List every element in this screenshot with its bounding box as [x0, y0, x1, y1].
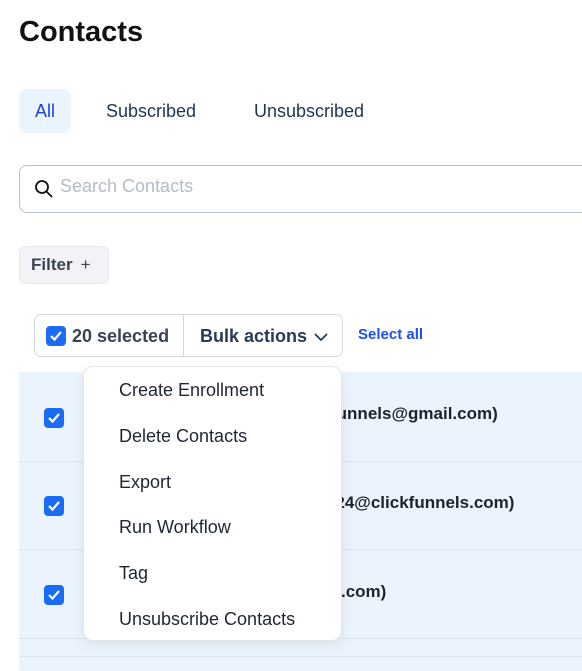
- search-box[interactable]: [19, 165, 582, 213]
- divider: [183, 315, 184, 356]
- tab-unsubscribed[interactable]: Unsubscribed: [238, 89, 380, 133]
- menu-item-export[interactable]: Export: [119, 472, 171, 493]
- filter-button[interactable]: Filter +: [19, 246, 109, 284]
- contact-email: .com): [341, 582, 387, 601]
- menu-item-delete-contacts[interactable]: Delete Contacts: [119, 426, 247, 447]
- menu-item-run-workflow[interactable]: Run Workflow: [119, 517, 231, 538]
- check-icon: [48, 501, 60, 512]
- contact-email: funnels@gmail.com): [331, 404, 498, 423]
- tab-subscribed[interactable]: Subscribed: [90, 89, 212, 133]
- bulk-actions-button[interactable]: Bulk actions: [200, 326, 329, 347]
- filter-label: Filter: [31, 255, 73, 274]
- chevron-down-icon: [314, 333, 328, 342]
- selected-count: 20 selected: [72, 326, 170, 346]
- bulk-actions-label: Bulk actions: [200, 326, 308, 346]
- check-icon: [48, 413, 60, 424]
- table-row[interactable]: [19, 657, 582, 671]
- table-row[interactable]: [19, 639, 582, 657]
- row-checkbox[interactable]: [44, 408, 64, 428]
- menu-item-create-enrollment[interactable]: Create Enrollment: [119, 380, 264, 401]
- tab-all[interactable]: All: [19, 89, 72, 133]
- search-input[interactable]: [60, 176, 460, 197]
- menu-item-unsubscribe-contacts[interactable]: Unsubscribe Contacts: [119, 609, 295, 630]
- row-checkbox[interactable]: [44, 496, 64, 516]
- select-checkbox[interactable]: [46, 326, 66, 346]
- select-all-link[interactable]: Select all: [358, 326, 423, 343]
- plus-icon: +: [80, 255, 91, 274]
- bulk-actions-bar: 20 selected Bulk actions: [34, 314, 343, 357]
- page-title: Contacts: [19, 16, 144, 48]
- bulk-actions-menu: Create Enrollment Delete Contacts Export…: [83, 366, 342, 641]
- row-checkbox[interactable]: [44, 585, 64, 605]
- check-icon: [50, 331, 62, 342]
- menu-item-tag[interactable]: Tag: [119, 563, 148, 584]
- search-icon: [35, 180, 53, 198]
- check-icon: [48, 590, 60, 601]
